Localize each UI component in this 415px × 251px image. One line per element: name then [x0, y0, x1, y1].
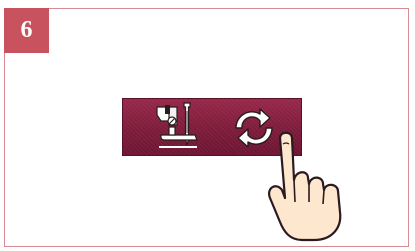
step-number-badge: 6: [4, 8, 49, 53]
pointing-hand-icon: [258, 128, 368, 243]
presser-foot-needle-icon[interactable]: [151, 99, 201, 155]
step-number: 6: [20, 17, 33, 43]
